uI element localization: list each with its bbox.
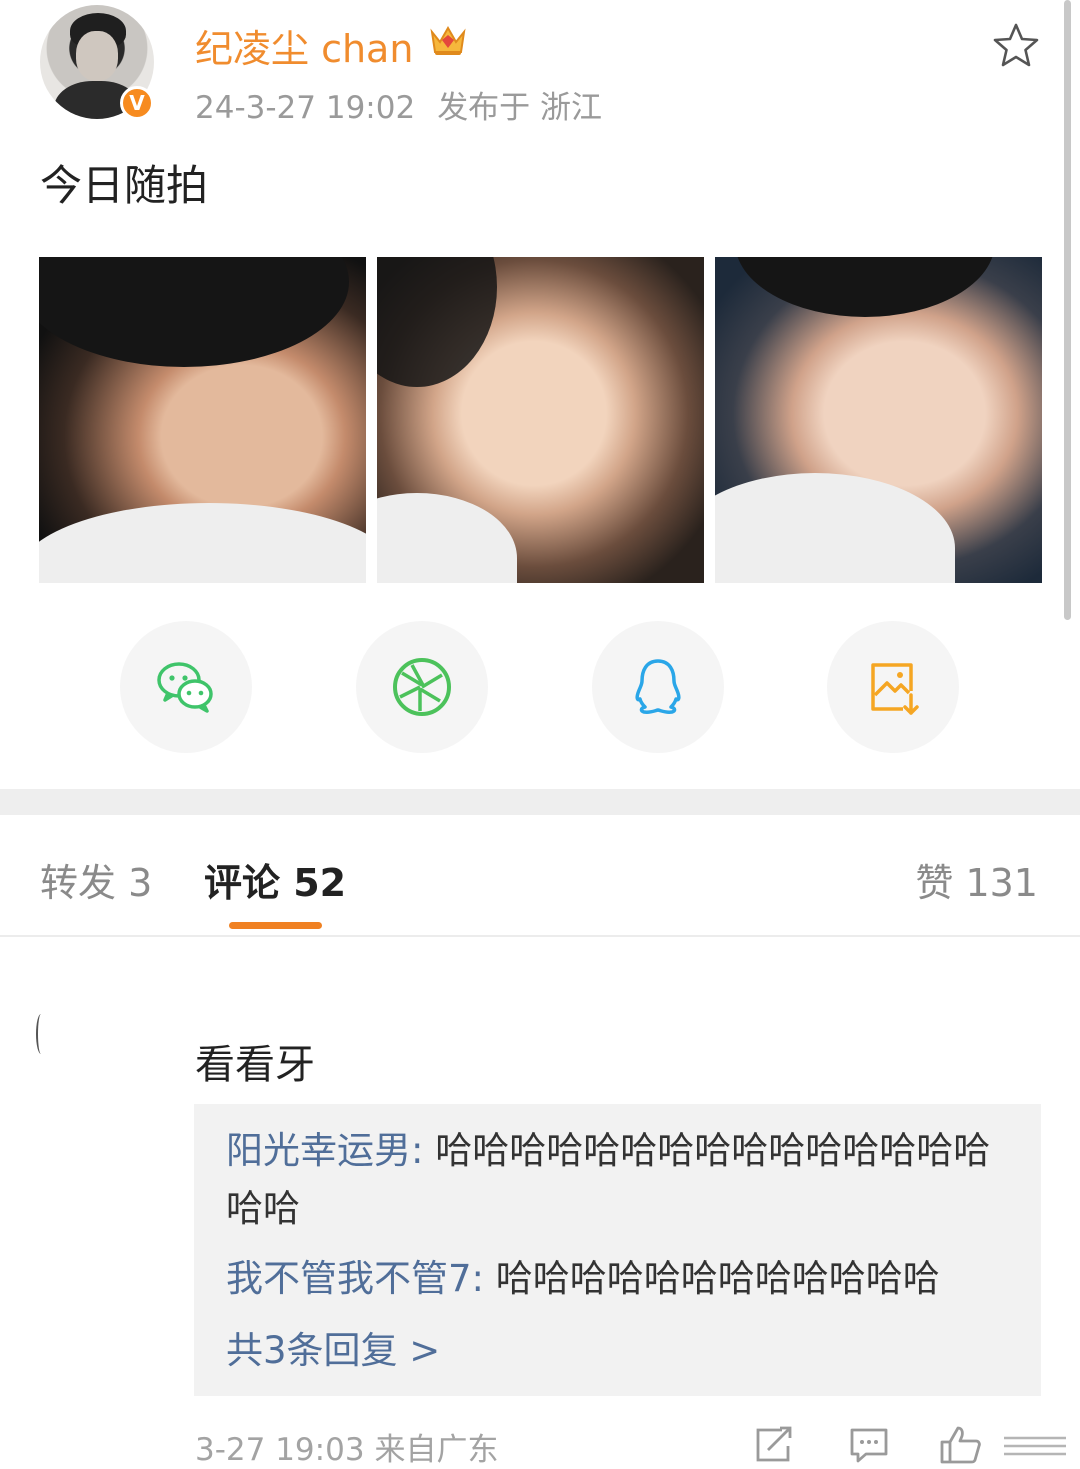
active-tab-indicator [229, 922, 322, 929]
moments-icon [393, 658, 451, 716]
commenter-avatar[interactable] [36, 1014, 46, 1054]
crown-icon [430, 25, 466, 55]
repost-icon[interactable] [752, 1424, 794, 1464]
save-image-button[interactable] [827, 621, 959, 753]
reply-separator: : [411, 1129, 436, 1172]
post-timestamp: 24-3-27 19:02 [195, 90, 416, 126]
post-text: 今日随拍 [40, 161, 209, 210]
like-icon[interactable] [938, 1424, 982, 1464]
tab-comments[interactable]: 评论 52 [204, 852, 346, 907]
reply-author[interactable]: 我不管我不管7 [226, 1257, 472, 1300]
more-lines-icon[interactable] [1000, 1424, 1070, 1464]
post-meta: 24-3-27 19:02 发布于 浙江 [195, 82, 602, 127]
post-photo-2[interactable] [377, 257, 704, 583]
post-photo-3[interactable] [715, 257, 1042, 583]
reply-author[interactable]: 阳光幸运男 [226, 1129, 411, 1172]
section-divider [0, 789, 1080, 815]
reply-text: 哈哈哈哈哈哈哈哈哈哈哈哈 [495, 1257, 940, 1300]
post-location: 发布于 浙江 [437, 90, 603, 126]
username[interactable]: 纪凌尘 chan [195, 18, 413, 73]
comment-icon[interactable] [848, 1424, 890, 1464]
tab-likes[interactable]: 赞 131 [915, 852, 1038, 907]
tabs-divider [0, 935, 1080, 937]
view-all-replies-link[interactable]: 共3条回复 > [226, 1320, 440, 1374]
save-image-icon [871, 663, 919, 715]
scrollbar[interactable] [1064, 0, 1071, 620]
comment-time: 3-27 19:03 [195, 1432, 365, 1468]
reply-separator: : [471, 1257, 496, 1300]
comment-meta: 3-27 19:03 来自广东 [195, 1424, 499, 1469]
verified-badge: V [120, 86, 154, 120]
share-moments-button[interactable] [356, 621, 488, 753]
post-photo-1[interactable] [39, 257, 366, 583]
share-qq-button[interactable] [592, 621, 724, 753]
favorite-star-icon[interactable] [992, 22, 1040, 68]
tab-reposts[interactable]: 转发 3 [40, 852, 152, 907]
qq-icon [635, 659, 681, 714]
reply-item[interactable]: 阳光幸运男: 哈哈哈哈哈哈哈哈哈哈哈哈哈哈哈哈哈 [226, 1122, 1006, 1238]
comment-source: 来自广东 [374, 1432, 499, 1468]
comment-text: 看看牙 [195, 1042, 315, 1088]
share-wechat-button[interactable] [120, 621, 252, 753]
wechat-icon [157, 662, 213, 713]
reply-item[interactable]: 我不管我不管7: 哈哈哈哈哈哈哈哈哈哈哈哈 [226, 1250, 1006, 1308]
